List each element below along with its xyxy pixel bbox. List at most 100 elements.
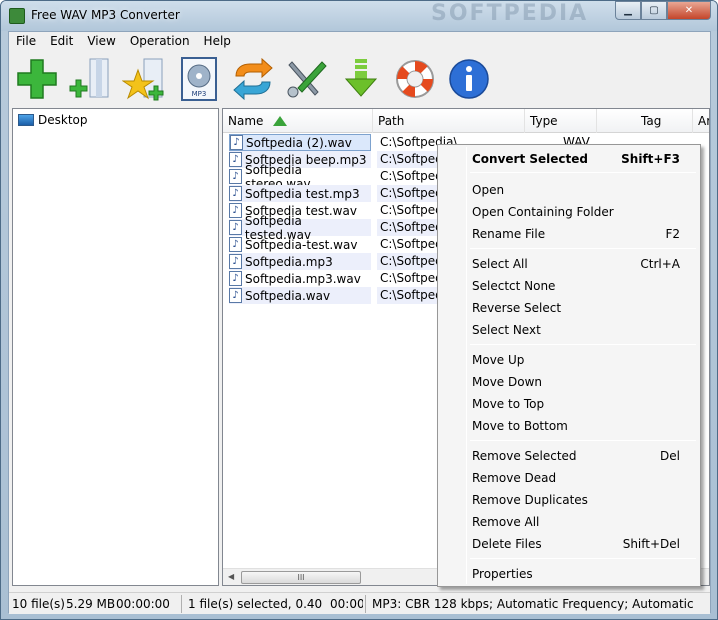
menu-item-shortcut: Shift+F3 xyxy=(621,152,680,166)
menu-item-move-to-bottom[interactable]: Move to Bottom xyxy=(440,415,698,437)
settings-button[interactable] xyxy=(283,54,331,104)
file-name: Softpedia.mp3.wav xyxy=(245,271,361,286)
folder-tree[interactable]: Desktop xyxy=(12,108,219,586)
status-total-size: 5.29 MB xyxy=(66,597,116,611)
scroll-left-icon[interactable]: ◀ xyxy=(228,572,234,581)
cell-name: ♪ Softpedia test.mp3 xyxy=(229,185,371,202)
menu-item-rename-file[interactable]: Rename File F2 xyxy=(440,223,698,245)
menu-item-select-next[interactable]: Select Next xyxy=(440,319,698,341)
menu-item-remove-selected[interactable]: Remove Selected Del xyxy=(440,445,698,467)
mp3-disc-icon: MP3 xyxy=(181,57,217,101)
menu-file[interactable]: File xyxy=(9,32,43,52)
watermark: SOFTPEDIA xyxy=(431,1,589,26)
close-button[interactable]: ✕ xyxy=(667,1,711,20)
add-folder-button[interactable] xyxy=(67,54,115,104)
menu-item-label: Move to Top xyxy=(472,397,545,411)
menu-operation[interactable]: Operation xyxy=(123,32,197,52)
convert-button[interactable] xyxy=(229,54,277,104)
audio-file-icon: ♪ xyxy=(229,288,242,303)
status-selected-time: 00:00: xyxy=(330,597,363,611)
add-files-button[interactable] xyxy=(13,54,61,104)
menu-item-label: Reverse Select xyxy=(472,301,562,315)
info-icon xyxy=(449,59,489,99)
column-header-tag[interactable]: Tag xyxy=(597,109,693,133)
menu-item-open-containing-folder[interactable]: Open Containing Folder xyxy=(440,201,698,223)
menu-separator xyxy=(470,248,696,249)
cell-name: ♪ Softpedia.wav xyxy=(229,287,371,304)
status-total-time: 00:00:00 xyxy=(116,597,170,611)
list-header: Name Path Type Tag Art xyxy=(223,109,709,133)
menu-item-label: Move Down xyxy=(472,375,542,389)
column-label: Name xyxy=(228,114,264,128)
menu-item-shortcut: Ctrl+A xyxy=(640,257,680,271)
menu-separator xyxy=(470,172,696,173)
add-folder-icon xyxy=(69,58,109,98)
menu-item-remove-dead[interactable]: Remove Dead xyxy=(440,467,698,489)
file-name: Softpedia (2).wav xyxy=(246,135,352,150)
menu-item-label: Open Containing Folder xyxy=(472,205,614,219)
help-button[interactable] xyxy=(391,54,439,104)
add-favorites-button[interactable] xyxy=(121,54,169,104)
minimize-button[interactable]: ▁ xyxy=(615,1,641,20)
menu-item-label: Remove All xyxy=(472,515,540,529)
menu-view[interactable]: View xyxy=(80,32,122,52)
menu-item-label: Convert Selected xyxy=(472,152,588,166)
add-files-icon xyxy=(17,59,57,99)
audio-file-icon: ♪ xyxy=(230,135,243,150)
menu-item-select-none[interactable]: Selectct None xyxy=(440,275,698,297)
menu-item-delete-files[interactable]: Delete Files Shift+Del xyxy=(440,533,698,555)
menu-separator xyxy=(470,440,696,441)
desktop-icon xyxy=(18,114,34,126)
maximize-button[interactable]: ▢ xyxy=(641,1,667,20)
audio-file-icon: ♪ xyxy=(229,152,242,167)
menu-item-shortcut: Del xyxy=(660,449,680,463)
menu-item-remove-duplicates[interactable]: Remove Duplicates xyxy=(440,489,698,511)
menu-item-convert-selected[interactable]: Convert Selected Shift+F3 xyxy=(440,148,698,170)
settings-tools-icon xyxy=(287,61,327,98)
audio-file-icon: ♪ xyxy=(229,186,242,201)
menu-edit[interactable]: Edit xyxy=(43,32,80,52)
audio-file-icon: ♪ xyxy=(229,254,242,269)
menu-item-select-all[interactable]: Select All Ctrl+A xyxy=(440,253,698,275)
column-header-name[interactable]: Name xyxy=(223,109,373,133)
menu-item-label: Remove Selected xyxy=(472,449,577,463)
window-title: Free WAV MP3 Converter xyxy=(31,8,180,22)
menu-item-move-to-top[interactable]: Move to Top xyxy=(440,393,698,415)
add-favorites-icon xyxy=(122,58,164,101)
menu-item-move-up[interactable]: Move Up xyxy=(440,349,698,371)
menu-item-label: Move Up xyxy=(472,353,525,367)
menu-item-label: Remove Duplicates xyxy=(472,493,588,507)
column-header-type[interactable]: Type xyxy=(525,109,597,133)
file-name: Softpedia.mp3 xyxy=(245,254,333,269)
scrollbar-thumb[interactable]: III xyxy=(241,571,361,584)
menu-item-label: Rename File xyxy=(472,227,546,241)
cell-name: ♪ Softpedia.mp3 xyxy=(229,253,371,270)
toolbar: MP3 xyxy=(9,52,710,106)
app-icon xyxy=(9,8,25,24)
output-format-button[interactable]: MP3 xyxy=(175,54,223,104)
help-lifebuoy-icon xyxy=(396,60,434,98)
menu-item-properties[interactable]: Properties xyxy=(440,563,698,585)
menu-item-reverse-select[interactable]: Reverse Select xyxy=(440,297,698,319)
menu-item-open[interactable]: Open xyxy=(440,179,698,201)
menu-item-label: Open xyxy=(472,183,505,197)
menu-item-remove-all[interactable]: Remove All xyxy=(440,511,698,533)
audio-file-icon: ♪ xyxy=(229,169,242,184)
download-button[interactable] xyxy=(337,54,385,104)
tree-item-desktop[interactable]: Desktop xyxy=(18,113,88,127)
menu-item-label: Properties xyxy=(472,567,533,581)
column-header-path[interactable]: Path xyxy=(373,109,525,133)
about-button[interactable] xyxy=(445,54,493,104)
menu-item-label: Select Next xyxy=(472,323,541,337)
context-menu: Convert Selected Shift+F3 Open Open Conta… xyxy=(437,144,701,587)
cell-name: ♪ Softpedia tested.wav xyxy=(229,214,371,242)
column-header-artist[interactable]: Art xyxy=(693,109,709,133)
audio-file-icon: ♪ xyxy=(229,203,242,218)
audio-file-icon: ♪ xyxy=(229,237,242,252)
menu-item-move-down[interactable]: Move Down xyxy=(440,371,698,393)
title-bar: Free WAV MP3 Converter SOFTPEDIA ▁ ▢ ✕ xyxy=(1,1,717,31)
menu-item-label: Select All xyxy=(472,257,528,271)
status-file-count: 10 file(s) xyxy=(12,597,65,611)
menu-item-shortcut: Shift+Del xyxy=(622,537,680,551)
menu-help[interactable]: Help xyxy=(197,32,238,52)
